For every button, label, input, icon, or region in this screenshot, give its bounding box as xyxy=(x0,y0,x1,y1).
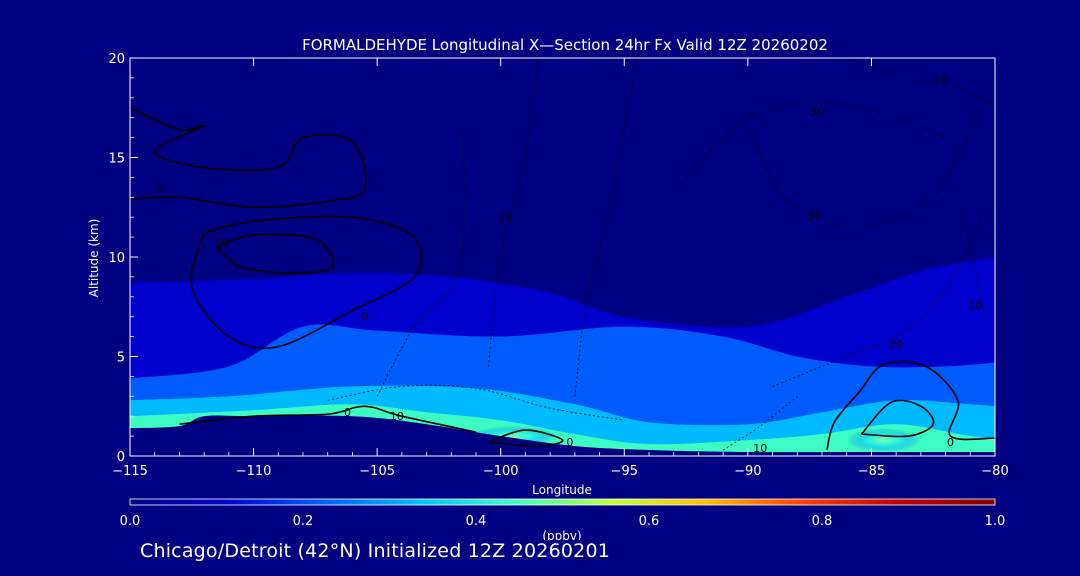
solid-contour-label-3: 0 xyxy=(344,406,351,419)
solid-contour-label-1: 0 xyxy=(361,311,368,324)
colorbar-scale xyxy=(129,498,996,506)
y-tick-label: 10 xyxy=(108,251,125,266)
x-tick-label: −85 xyxy=(858,464,885,479)
x-tick-label: −105 xyxy=(359,464,395,479)
x-tick-label: −80 xyxy=(981,464,1008,479)
colorbar: 0.0 0.2 0.4 0.6 0.8 1.0 xyxy=(120,498,1006,529)
x-tick-label: −115 xyxy=(112,464,148,479)
dashed-contour-label-1: 10 xyxy=(499,211,513,224)
chart-title: FORMALDEHYDE Longitudinal X—Section 24hr… xyxy=(302,36,828,54)
chart-svg: FORMALDEHYDE Longitudinal X—Section 24hr… xyxy=(87,36,1009,543)
solid-contour-0 xyxy=(130,107,367,209)
dashed-contour-label-4: 30 xyxy=(808,209,822,222)
x-tick-label: −100 xyxy=(483,464,519,479)
colorbar-tick-label: 0.6 xyxy=(639,514,660,529)
dashed-contour-5 xyxy=(846,58,995,109)
x-axis-label: Longitude xyxy=(532,483,592,497)
solid-contour-label-5: 0 xyxy=(947,436,954,449)
dashed-contour-label-2: 10 xyxy=(753,442,767,455)
colorbar-tick-label: 0.8 xyxy=(812,514,833,529)
dashed-contour-label-7: 30 xyxy=(810,106,824,119)
dashed-contour-label-3: 20 xyxy=(889,339,903,352)
dashed-contour-label-5: 10 xyxy=(934,74,948,87)
concentration-hotspot-1 xyxy=(846,428,921,453)
colorbar-unit-label: (ppbv) xyxy=(542,529,581,540)
colorbar-tick-label: 1.0 xyxy=(985,514,1006,529)
colorbar-tick-label: 0.0 xyxy=(120,514,141,529)
x-tick-label: −110 xyxy=(236,464,272,479)
colorbar-tick-label: 0.2 xyxy=(293,514,314,529)
y-tick-label: 15 xyxy=(108,152,125,167)
plot-area: 1010102030101030001000 0 xyxy=(130,58,995,456)
y-tick-label: 0 xyxy=(117,450,125,465)
y-tick-label: 5 xyxy=(117,351,125,366)
dashed-contour-label-6: 10 xyxy=(968,299,982,312)
y-axis-label: Altitude (km) xyxy=(87,219,101,298)
solid-contour-label-0: 0 xyxy=(156,181,163,194)
solid-contour-label-4: 0 xyxy=(566,436,573,449)
initialization-footer: Chicago/Detroit (42°N) Initialized 12Z 2… xyxy=(140,540,611,562)
cross-section-chart: FORMALDEHYDE Longitudinal X—Section 24hr… xyxy=(0,0,1080,576)
dashed-contour-4 xyxy=(747,107,984,228)
x-tick-label: −95 xyxy=(611,464,638,479)
x-tick-label: −90 xyxy=(734,464,761,479)
y-tick-label: 20 xyxy=(108,52,125,67)
solid-contour-label-2: 10 xyxy=(214,237,228,250)
colorbar-tick-label: 0.4 xyxy=(466,514,487,529)
